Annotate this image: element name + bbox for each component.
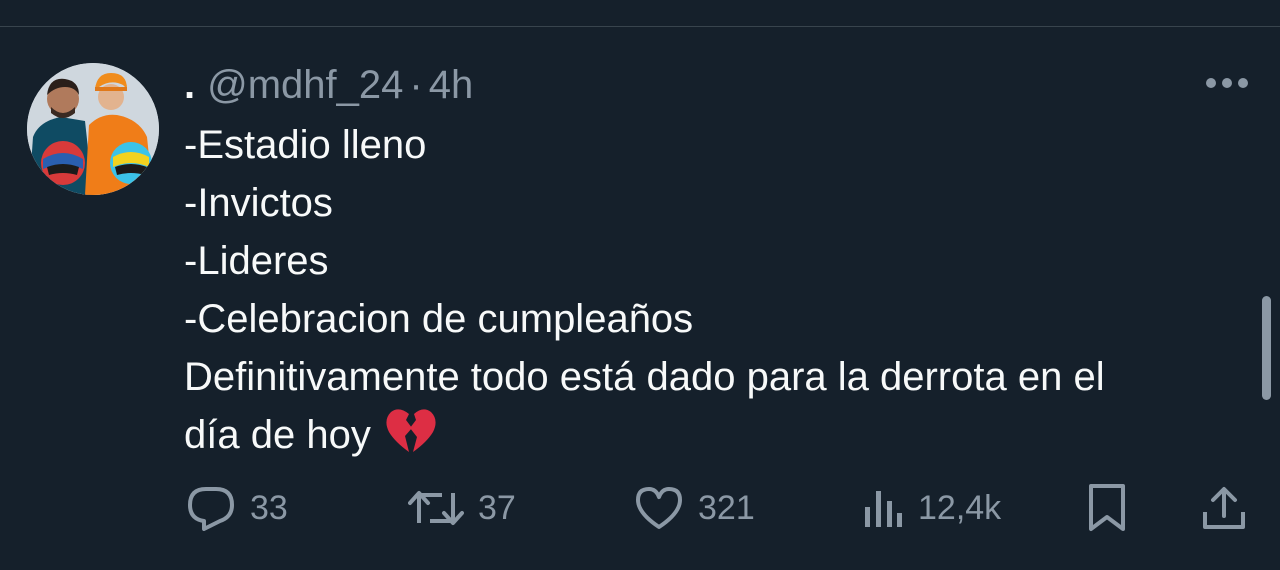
reply-icon	[188, 487, 234, 531]
views-button[interactable]: 12,4k	[862, 480, 1001, 536]
heart-icon	[636, 487, 682, 529]
avatar-photo	[27, 63, 159, 195]
tweet-line: día de hoy	[184, 413, 371, 457]
share-button[interactable]	[1200, 480, 1248, 536]
tweet-line: Definitivamente todo está dado para la d…	[184, 355, 1105, 399]
retweet-icon	[408, 491, 464, 525]
share-icon	[1203, 487, 1245, 529]
tweet-text: -Estadio lleno -Invictos -Lideres -Celeb…	[184, 116, 1244, 464]
reply-count: 33	[250, 488, 288, 527]
retweet-button[interactable]: 37	[408, 480, 516, 536]
reply-button[interactable]: 33	[186, 480, 288, 536]
tweet-line: -Lideres	[184, 239, 329, 283]
like-button[interactable]: 321	[634, 480, 755, 536]
scrollbar-thumb[interactable]	[1262, 296, 1271, 400]
tweet-timestamp[interactable]: 4h	[429, 60, 474, 110]
more-options-button[interactable]	[1204, 70, 1250, 96]
top-divider	[0, 26, 1280, 27]
tweet-header: . @mdhf_24 · 4h	[184, 60, 473, 110]
bookmark-icon	[1089, 484, 1125, 531]
tweet-line: -Estadio lleno	[184, 123, 427, 167]
views-count: 12,4k	[918, 488, 1002, 527]
views-chart-icon	[865, 491, 902, 527]
more-horizontal-icon	[1206, 78, 1248, 88]
broken-heart-emoji	[386, 409, 436, 452]
user-handle[interactable]: @mdhf_24	[207, 60, 403, 110]
tweet-line: -Invictos	[184, 181, 333, 225]
display-name[interactable]: .	[184, 60, 195, 110]
like-count: 321	[698, 488, 755, 527]
bookmark-button[interactable]	[1086, 480, 1128, 536]
avatar[interactable]	[27, 63, 159, 195]
tweet-line: -Celebracion de cumpleaños	[184, 297, 694, 341]
tweet-last-line: día de hoy	[184, 406, 1244, 464]
retweet-count: 37	[478, 488, 516, 527]
header-separator: ·	[409, 63, 423, 107]
